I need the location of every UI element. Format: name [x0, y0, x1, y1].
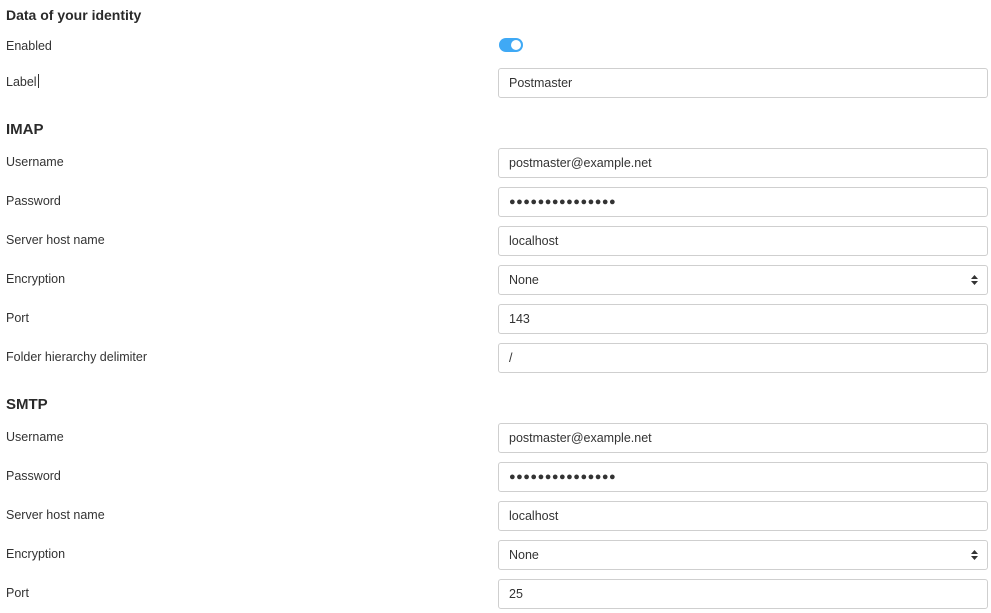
- smtp-password-label: Password: [6, 469, 61, 483]
- imap-username-label: Username: [6, 155, 64, 169]
- smtp-encryption-value: None: [509, 548, 539, 562]
- identity-heading: Data of your identity: [6, 7, 142, 23]
- imap-delimiter-label: Folder hierarchy delimiter: [6, 350, 148, 364]
- imap-password-input[interactable]: [498, 187, 988, 217]
- smtp-encryption-select[interactable]: None: [498, 540, 988, 570]
- imap-encryption-value: None: [509, 273, 539, 287]
- enabled-toggle[interactable]: [499, 38, 523, 52]
- imap-username-input[interactable]: [498, 148, 988, 178]
- imap-host-input[interactable]: [498, 226, 988, 256]
- smtp-port-input[interactable]: [498, 579, 988, 609]
- label-label: Label: [6, 74, 39, 90]
- select-arrows-icon: [971, 550, 978, 560]
- text-cursor: [37, 74, 39, 88]
- select-arrows-icon: [971, 275, 978, 285]
- label-label-text: Label: [6, 75, 37, 89]
- label-input[interactable]: [498, 68, 988, 98]
- imap-password-label: Password: [6, 194, 61, 208]
- smtp-host-input[interactable]: [498, 501, 988, 531]
- smtp-password-input[interactable]: [498, 462, 988, 492]
- imap-encryption-select[interactable]: None: [498, 265, 988, 295]
- smtp-username-input[interactable]: [498, 423, 988, 453]
- imap-host-label: Server host name: [6, 233, 105, 247]
- imap-port-label: Port: [6, 311, 29, 325]
- smtp-encryption-label: Encryption: [6, 547, 66, 561]
- imap-port-input[interactable]: [498, 304, 988, 334]
- smtp-port-label: Port: [6, 586, 29, 600]
- smtp-username-label: Username: [6, 430, 64, 444]
- imap-encryption-label: Encryption: [6, 272, 66, 286]
- imap-delimiter-input[interactable]: [498, 343, 988, 373]
- toggle-knob: [511, 40, 521, 50]
- smtp-heading: SMTP: [6, 396, 48, 413]
- smtp-host-label: Server host name: [6, 508, 105, 522]
- enabled-label: Enabled: [6, 39, 52, 53]
- imap-heading: IMAP: [6, 121, 44, 138]
